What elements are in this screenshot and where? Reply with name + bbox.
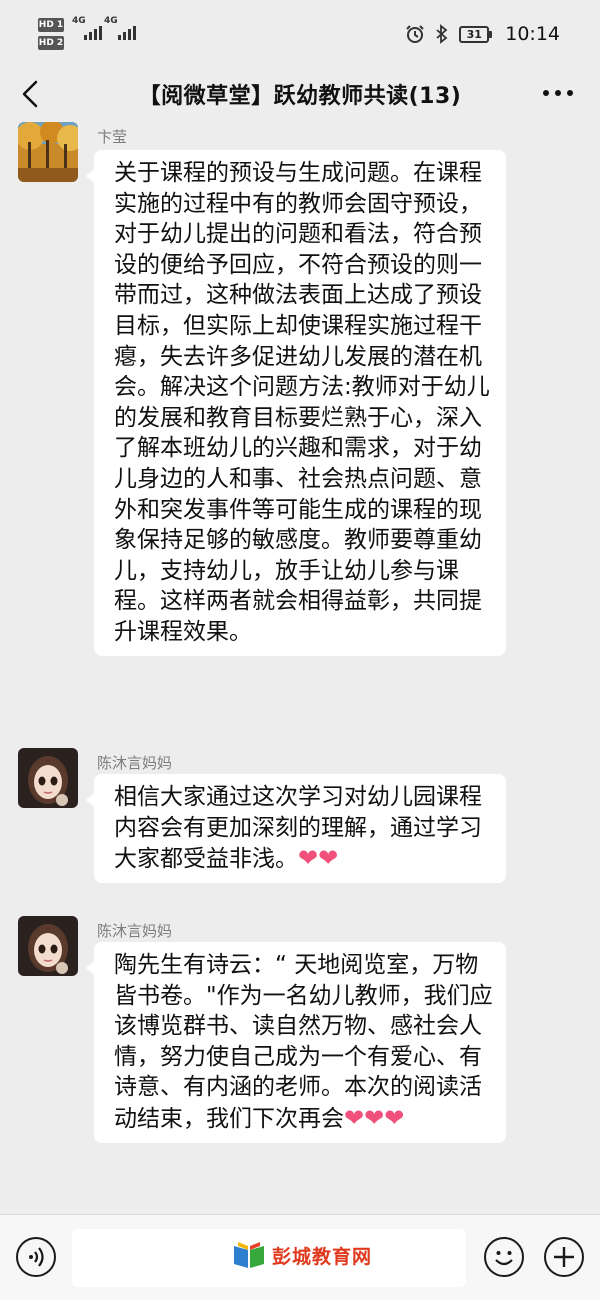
cartoon-girl-avatar[interactable] — [18, 916, 78, 976]
signal-indicators: HD 1 HD 2 4G 4G — [38, 16, 148, 52]
back-button[interactable] — [14, 76, 50, 112]
message-bubble[interactable]: 关于课程的预设与生成问题。在课程实施的过程中有的教师会固守预设，对于幼儿提出的问… — [86, 150, 506, 656]
plus-button[interactable] — [544, 1237, 584, 1277]
cartoon-girl-avatar[interactable] — [18, 748, 78, 808]
message-text: 陶先生有诗云：“ 天地阅览室，万物皆书卷。"作为一名幼儿教师，我们应该博览群书、… — [114, 952, 493, 1132]
signal-bars-1-icon — [84, 26, 102, 40]
emoji-icon — [495, 1251, 513, 1266]
sender-name: 陈沐言妈妈 — [97, 754, 173, 772]
plus-icon — [554, 1247, 574, 1267]
sim2-hd-badge: HD 2 — [38, 36, 64, 50]
message-bubble[interactable]: 陶先生有诗云：“ 天地阅览室，万物皆书卷。"作为一名幼儿教师，我们应该博览群书、… — [86, 942, 506, 1143]
sender-name: 陈沐言妈妈 — [97, 922, 173, 940]
chevron-left-icon — [22, 80, 38, 108]
message-bubble[interactable]: 相信大家通过这次学习对幼儿园课程内容会有更加深刻的理解，通过学习大家都受益非浅。… — [86, 774, 506, 883]
heart-emoji: ❤❤❤ — [344, 1103, 405, 1132]
clock-time: 10:14 — [505, 23, 560, 45]
emoji-button[interactable] — [484, 1237, 524, 1277]
more-options-button[interactable] — [540, 78, 576, 108]
voice-button[interactable] — [16, 1237, 56, 1277]
status-right: 31 10:14 — [405, 20, 560, 48]
sender-name: 卞莹 — [97, 128, 128, 146]
alarm-icon — [406, 25, 424, 43]
network-type-2: 4G — [104, 16, 118, 26]
book-logo-icon — [234, 1242, 264, 1268]
more-dots-icon — [543, 90, 573, 96]
watermark-logo: 彭城教育网 — [232, 1235, 372, 1275]
sim1-hd-badge: HD 1 — [38, 18, 64, 32]
message-text: 关于课程的预设与生成问题。在课程实施的过程中有的教师会固守预设，对于幼儿提出的问… — [114, 160, 490, 645]
watermark-text: 彭城教育网 — [272, 1245, 373, 1268]
bluetooth-icon — [436, 24, 448, 44]
battery-icon: 31 — [459, 25, 493, 43]
status-bar: HD 1 HD 2 4G 4G 31 10:14 — [0, 0, 600, 68]
network-type-1: 4G — [72, 16, 86, 26]
chat-header: 【阅微草堂】跃幼教师共读(13) — [0, 68, 600, 120]
autumn-trees-avatar[interactable] — [18, 122, 78, 182]
signal-bars-2-icon — [118, 26, 136, 40]
voice-icon — [29, 1247, 44, 1267]
chat-title: 【阅微草堂】跃幼教师共读(13) — [138, 84, 462, 109]
heart-emoji: ❤❤ — [298, 844, 339, 873]
